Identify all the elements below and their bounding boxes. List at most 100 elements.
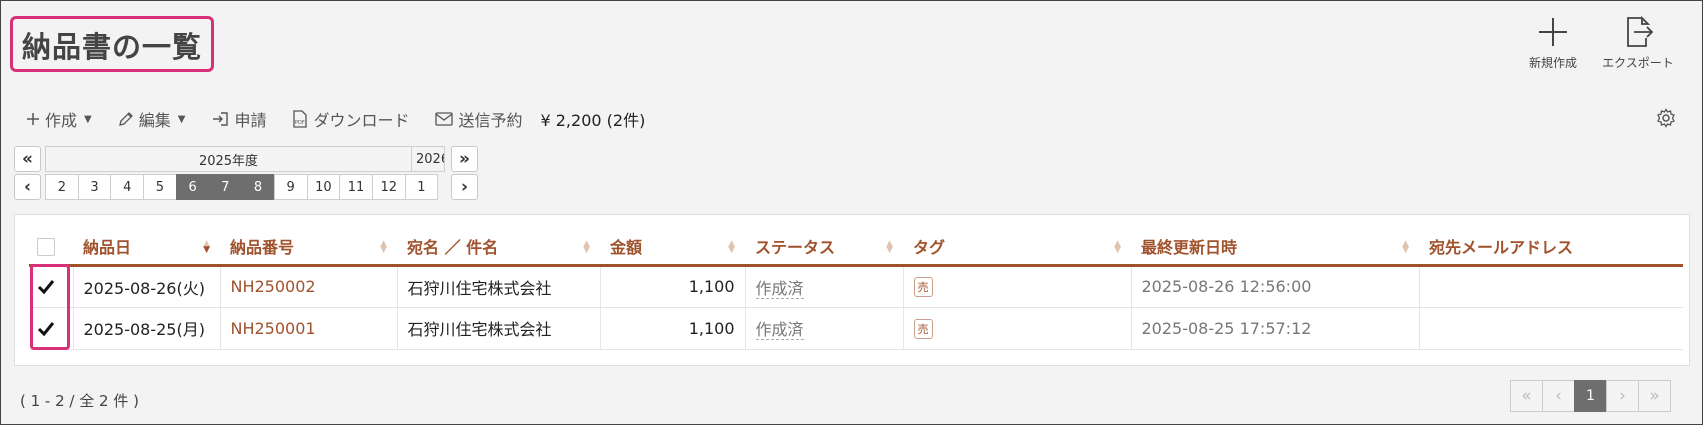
last-page-button[interactable]: »: [1638, 380, 1671, 412]
new-create-button[interactable]: 新規作成: [1513, 14, 1593, 71]
apply-button[interactable]: 申請: [211, 107, 266, 131]
invoice-table: 納品日 ▲ ▼ 納品番号 ▲ ▼ 宛名 ／ 件名 ▲ ▼ 金額 ▲ ▼ ステータス ▲ ▼ タグ ▲ ▼…: [29, 229, 1683, 350]
page-button-current[interactable]: 1: [1574, 380, 1607, 412]
caret-down-icon: ▼: [177, 113, 186, 125]
select-all-header: [29, 229, 73, 267]
col-label: タグ: [913, 238, 946, 258]
prev-page-button[interactable]: ‹: [1542, 380, 1575, 412]
prev-month-button[interactable]: ‹: [14, 174, 41, 200]
pagination: « ‹ 1 › »: [1510, 380, 1671, 412]
delivery-number-link[interactable]: NH250001: [219, 307, 397, 350]
schedule-send-label: 送信予約: [458, 111, 523, 130]
sort-icon: ▲ ▼: [203, 239, 210, 255]
download-label: ダウンロード: [313, 111, 410, 130]
tag-cell: 売: [902, 265, 1131, 308]
month-cell[interactable]: 10: [306, 174, 341, 200]
email-cell: [1418, 265, 1683, 308]
month-selector: 2 3 4 5 6 7 8 9 10 11 12 1: [45, 174, 439, 200]
export-icon: [1598, 14, 1678, 50]
delivery-date-cell: 2025-08-25(月): [72, 307, 220, 350]
status-cell: 作成済: [744, 307, 903, 350]
prev-year-button[interactable]: «: [14, 146, 41, 172]
invoice-table-panel: 納品日 ▲ ▼ 納品番号 ▲ ▼ 宛名 ／ 件名 ▲ ▼ 金額 ▲ ▼ ステータス ▲ ▼ タグ ▲ ▼…: [14, 214, 1690, 366]
export-button[interactable]: エクスポート: [1598, 14, 1678, 71]
sort-icon: ▲ ▼: [1114, 239, 1121, 255]
pencil-icon: [118, 112, 133, 126]
updated-cell: 2025-08-25 17:57:12: [1130, 307, 1419, 350]
fiscal-year-next[interactable]: 2026: [411, 146, 445, 172]
next-page-button[interactable]: ›: [1606, 380, 1639, 412]
delivery-date-cell: 2025-08-26(火): [72, 265, 220, 308]
recipient-cell: 石狩川住宅株式会社: [396, 307, 600, 350]
new-create-label: 新規作成: [1528, 56, 1577, 70]
col-updated[interactable]: 最終更新日時 ▲ ▼: [1131, 229, 1419, 267]
col-email[interactable]: 宛先メールアドレス: [1419, 229, 1683, 267]
edit-label: 編集: [138, 111, 171, 130]
month-cell[interactable]: 1: [404, 174, 439, 200]
amount-cell: 1,100: [599, 307, 745, 350]
month-cell[interactable]: 8: [241, 174, 275, 200]
page-title: 納品書の一覧: [22, 30, 203, 64]
sort-icon: ▲ ▼: [583, 239, 590, 255]
download-button[interactable]: PDF ダウンロード: [292, 107, 409, 131]
month-cell[interactable]: 6: [175, 174, 210, 200]
record-count: ( 1 - 2 / 全 2 件 ): [20, 392, 139, 410]
col-delivery-number[interactable]: 納品番号 ▲ ▼: [220, 229, 397, 267]
month-cell[interactable]: 9: [273, 174, 308, 200]
recipient-cell: 石狩川住宅株式会社: [396, 265, 600, 308]
edit-menu[interactable]: 編集 ▼: [118, 107, 186, 131]
plus-icon: [1513, 14, 1593, 50]
create-menu[interactable]: 作成 ▼: [26, 107, 92, 131]
select-all-checkbox[interactable]: [37, 238, 55, 256]
col-label: 最終更新日時: [1141, 238, 1238, 258]
col-delivery-date[interactable]: 納品日 ▲ ▼: [73, 229, 220, 267]
gear-icon[interactable]: [1656, 108, 1676, 132]
toolbar: 作成 ▼ 編集 ▼ 申請 PDF ダウンロード 送信予約 ¥ 2,200 (2件…: [26, 106, 645, 132]
table-header-row: 納品日 ▲ ▼ 納品番号 ▲ ▼ 宛名 ／ 件名 ▲ ▼ 金額 ▲ ▼ ステータス ▲ ▼ タグ ▲ ▼…: [29, 229, 1683, 267]
sort-icon: ▲ ▼: [886, 239, 893, 255]
apply-label: 申請: [234, 111, 267, 130]
export-label: エクスポート: [1602, 56, 1674, 70]
col-tag[interactable]: タグ ▲ ▼: [903, 229, 1131, 267]
next-month-button[interactable]: ›: [451, 174, 478, 200]
updated-cell: 2025-08-26 12:56:00: [1130, 265, 1419, 308]
sort-icon: ▲ ▼: [1402, 239, 1409, 255]
plus-icon: [27, 113, 39, 125]
sign-in-icon: [213, 112, 229, 126]
envelope-icon: [435, 112, 454, 126]
first-page-button[interactable]: «: [1510, 380, 1543, 412]
col-status[interactable]: ステータス ▲ ▼: [745, 229, 903, 267]
month-cell[interactable]: 11: [339, 174, 373, 200]
amount-cell: 1,100: [599, 265, 745, 308]
month-cell[interactable]: 5: [143, 174, 177, 200]
create-label: 作成: [45, 111, 78, 130]
month-cell[interactable]: 2: [45, 174, 79, 200]
caret-down-icon: ▼: [84, 113, 92, 125]
total-amount: ¥ 2,200 (2件): [540, 111, 646, 130]
col-amount[interactable]: 金額 ▲ ▼: [600, 229, 745, 267]
tag-cell: 売: [902, 307, 1131, 350]
table-row[interactable]: 2025-08-26(火) NH250002 石狩川住宅株式会社 1,100 作成済 売 2…: [29, 265, 1683, 308]
col-label: 金額: [610, 238, 643, 258]
col-label: 納品番号: [230, 238, 295, 258]
month-cell[interactable]: 3: [77, 174, 112, 200]
month-cell[interactable]: 12: [371, 174, 406, 200]
email-cell: [1418, 307, 1683, 350]
next-year-button[interactable]: »: [451, 146, 478, 172]
col-recipient[interactable]: 宛名 ／ 件名 ▲ ▼: [397, 229, 600, 267]
tag-badge: 売: [913, 277, 933, 297]
sort-icon: ▲ ▼: [728, 239, 735, 255]
month-cell[interactable]: 4: [110, 174, 145, 200]
col-label: 納品日: [83, 238, 132, 258]
schedule-send-button[interactable]: 送信予約: [435, 107, 522, 131]
tag-badge: 売: [913, 318, 933, 339]
col-label: 宛先メールアドレス: [1429, 238, 1574, 258]
col-label: ステータス: [755, 238, 836, 258]
status-text[interactable]: 作成済: [755, 320, 804, 340]
delivery-number-link[interactable]: NH250002: [219, 265, 397, 308]
month-cell[interactable]: 7: [208, 174, 243, 200]
fiscal-year-current[interactable]: 2025年度: [45, 146, 412, 172]
status-cell: 作成済: [744, 265, 903, 308]
status-text[interactable]: 作成済: [755, 278, 804, 299]
table-row[interactable]: 2025-08-25(月) NH250001 石狩川住宅株式会社 1,100 作成済 売 2…: [29, 307, 1683, 350]
